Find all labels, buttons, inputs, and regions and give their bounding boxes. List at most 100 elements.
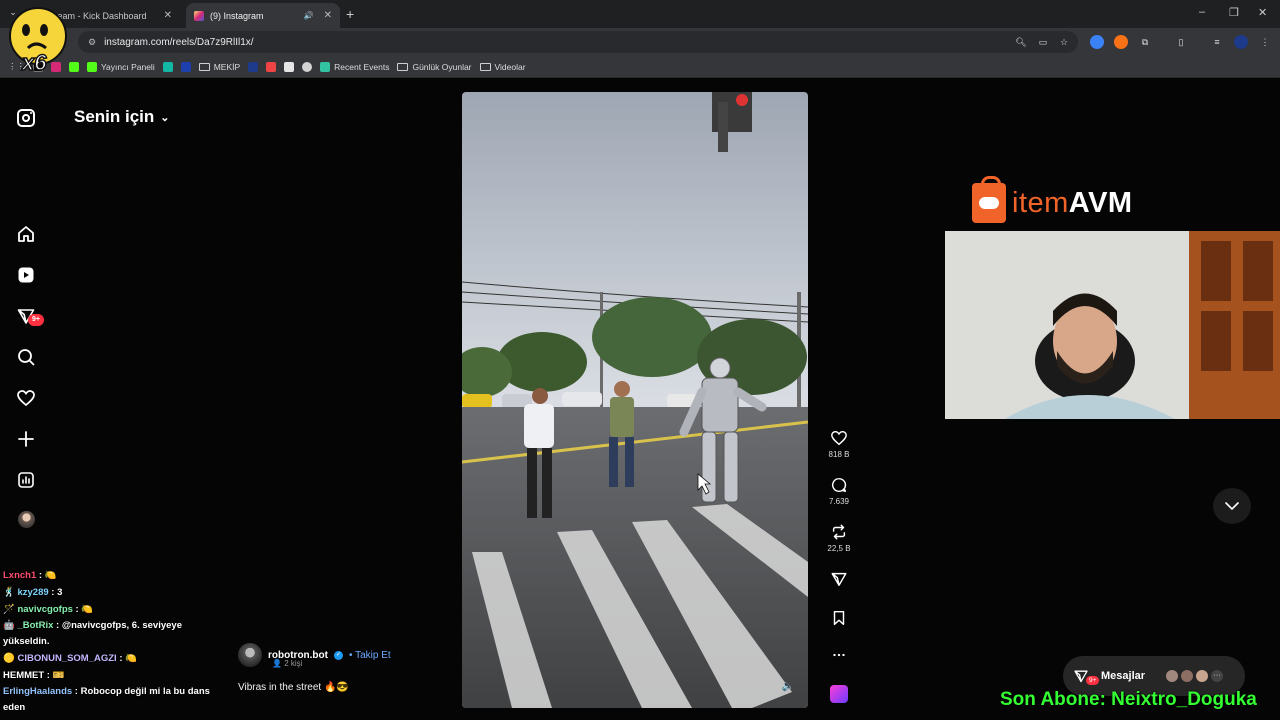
heart-icon[interactable] — [16, 388, 36, 408]
chat-message: 🟡 CIBONUN_SOM_AGZI : 🍋 — [3, 650, 231, 667]
message-avatar-more: ··· — [1210, 669, 1225, 683]
feed-title: Senin için — [74, 107, 155, 126]
extensions-puzzle-icon[interactable]: ⧉ — [1138, 35, 1152, 49]
bookmark-icon[interactable] — [830, 609, 848, 627]
url-text: instagram.com/reels/Da7z9RlIl1x/ — [104, 36, 254, 48]
comment-action[interactable]: 7.639 — [824, 476, 854, 506]
last-subscriber-banner: Son Abone: Neixtro_Doguka — [1000, 689, 1257, 710]
bookmark-videolar[interactable]: Videolar — [479, 62, 526, 72]
audio-track-thumbnail[interactable] — [830, 685, 848, 703]
chat-message: Lxnch1 : 🍋 — [3, 567, 231, 584]
site-info-icon[interactable]: ⚙ — [88, 37, 96, 48]
reels-icon[interactable] — [16, 265, 36, 285]
save-action[interactable] — [824, 609, 854, 627]
chat-user: ErlingHaalands — [3, 686, 73, 697]
bookmark-site[interactable] — [302, 61, 313, 72]
close-window-button[interactable]: ✕ — [1258, 6, 1267, 19]
chat-text: : 🎫 — [44, 670, 65, 681]
tab-title: (9) Instagram — [210, 10, 264, 21]
chat-text: : 🍋 — [36, 570, 57, 581]
site-icon — [162, 61, 173, 72]
message-avatar — [1165, 669, 1180, 683]
heart-icon[interactable] — [830, 429, 848, 447]
feed-selector[interactable]: Senin için ⌄ — [74, 107, 170, 127]
comment-icon[interactable] — [830, 476, 848, 494]
restore-button[interactable]: ❐ — [1229, 6, 1239, 19]
chat-text: : 🍋 — [116, 653, 137, 664]
minimize-button[interactable]: – — [1199, 6, 1205, 18]
zoom-icon[interactable]: 🔍︎ — [1014, 35, 1028, 49]
user-badge-icon: 🟡 — [3, 653, 18, 664]
bookmark-site[interactable] — [180, 61, 191, 72]
youtube-icon — [266, 61, 277, 72]
menu-kebab-icon[interactable]: ⋮ — [1258, 35, 1272, 49]
chat-message: ErlingHaalands : Robocop değil mi la bu … — [3, 684, 231, 716]
follow-button[interactable]: • Takip Et — [349, 650, 391, 661]
sponsor-logo: itemAVM — [972, 176, 1133, 223]
bookmark-label: MEKİP — [213, 61, 241, 72]
play-icon — [180, 61, 191, 72]
image-icon — [284, 61, 295, 72]
bookmark-yayinci-paneli[interactable]: Yayıncı Paneli — [87, 61, 155, 72]
instagram-logo-icon[interactable] — [17, 109, 35, 127]
reel-caption: Vibras in the street 🔥😎 — [238, 682, 349, 693]
tab-instagram[interactable]: (9) Instagram 🔊 ✕ — [186, 3, 340, 28]
chat-message: 🕺 kzy289 : 3 — [3, 584, 231, 601]
repost-icon[interactable] — [830, 523, 848, 541]
profile-icon[interactable] — [1234, 35, 1248, 49]
bookmark-kick[interactable] — [69, 61, 79, 72]
site-icon — [248, 61, 259, 72]
bookmark-mekip[interactable]: MEKİP — [198, 61, 241, 72]
cast-icon[interactable]: ▭ — [1036, 35, 1050, 49]
share-action[interactable] — [824, 570, 854, 588]
chat-user: navivcgofps — [17, 604, 73, 615]
volume-icon[interactable]: 🔈 — [782, 681, 794, 692]
author-avatar[interactable] — [238, 643, 262, 667]
tab-close-icon[interactable]: ✕ — [324, 10, 332, 21]
extension-icon[interactable] — [1114, 35, 1128, 49]
side-panel-icon[interactable]: ▯ — [1174, 35, 1188, 49]
share-icon[interactable] — [830, 570, 848, 588]
instagram-favicon-icon — [194, 10, 204, 21]
messages-badge: 9+ — [1086, 676, 1100, 685]
home-icon[interactable] — [16, 224, 36, 244]
user-badge-icon: 🕺 — [3, 587, 18, 598]
extension-icon[interactable] — [1090, 35, 1104, 49]
bookmark-site[interactable] — [284, 61, 295, 72]
like-action[interactable]: 818 B — [824, 429, 854, 459]
chevron-down-icon: ⌄ — [160, 111, 170, 124]
reel-author[interactable]: robotron.bot ✓ • Takip Et — [238, 643, 391, 667]
new-tab-button[interactable]: + — [346, 6, 354, 22]
browser-tab-strip: ⌄ ...eam - Kick Dashboard ✕ (9) Instagra… — [0, 0, 1280, 28]
collapse-button[interactable] — [1213, 488, 1251, 524]
address-bar[interactable]: ⚙ instagram.com/reels/Da7z9RlIl1x/ — [78, 31, 1078, 53]
reel-video[interactable]: 🔈 — [462, 92, 808, 708]
bookmark-site[interactable] — [162, 61, 173, 72]
bookmark-gunluk-oyunlar[interactable]: Günlük Oyunlar — [397, 62, 472, 72]
bookmark-youtube[interactable] — [266, 61, 277, 72]
media-controls-icon[interactable]: ≡ — [1210, 35, 1224, 49]
tab-close-icon[interactable]: ✕ — [164, 10, 172, 21]
more-options-icon[interactable] — [824, 651, 854, 659]
bookmark-star-icon[interactable]: ☆ — [1057, 35, 1071, 49]
create-plus-icon[interactable] — [16, 429, 36, 449]
profile-avatar[interactable] — [18, 511, 35, 528]
chat-text: : 3 — [48, 587, 63, 598]
reposts-count: 22,5 B — [827, 544, 851, 553]
chat-text: : 🍋 — [72, 604, 94, 615]
bookmark-label: Recent Events — [334, 61, 390, 72]
repost-action[interactable]: 22,5 B — [824, 523, 854, 553]
browser-toolbar: ⚙ instagram.com/reels/Da7z9RlIl1x/ 🔍︎ ▭ … — [0, 28, 1280, 56]
webcam-feed — [945, 231, 1280, 419]
search-icon[interactable] — [16, 347, 36, 367]
bookmark-recent-events[interactable]: Recent Events — [320, 61, 390, 72]
sponsor-part2: AVM — [1068, 186, 1133, 219]
messages-label: Mesajlar — [1101, 670, 1146, 682]
folder-icon — [397, 62, 409, 71]
bookmark-site[interactable] — [248, 61, 259, 72]
chat-user: Lxnch1 — [3, 570, 37, 581]
comments-count: 7.639 — [828, 497, 850, 506]
speaker-icon[interactable]: 🔊 — [304, 11, 314, 20]
dashboard-icon[interactable] — [16, 470, 36, 490]
more-icon[interactable] — [830, 651, 848, 659]
